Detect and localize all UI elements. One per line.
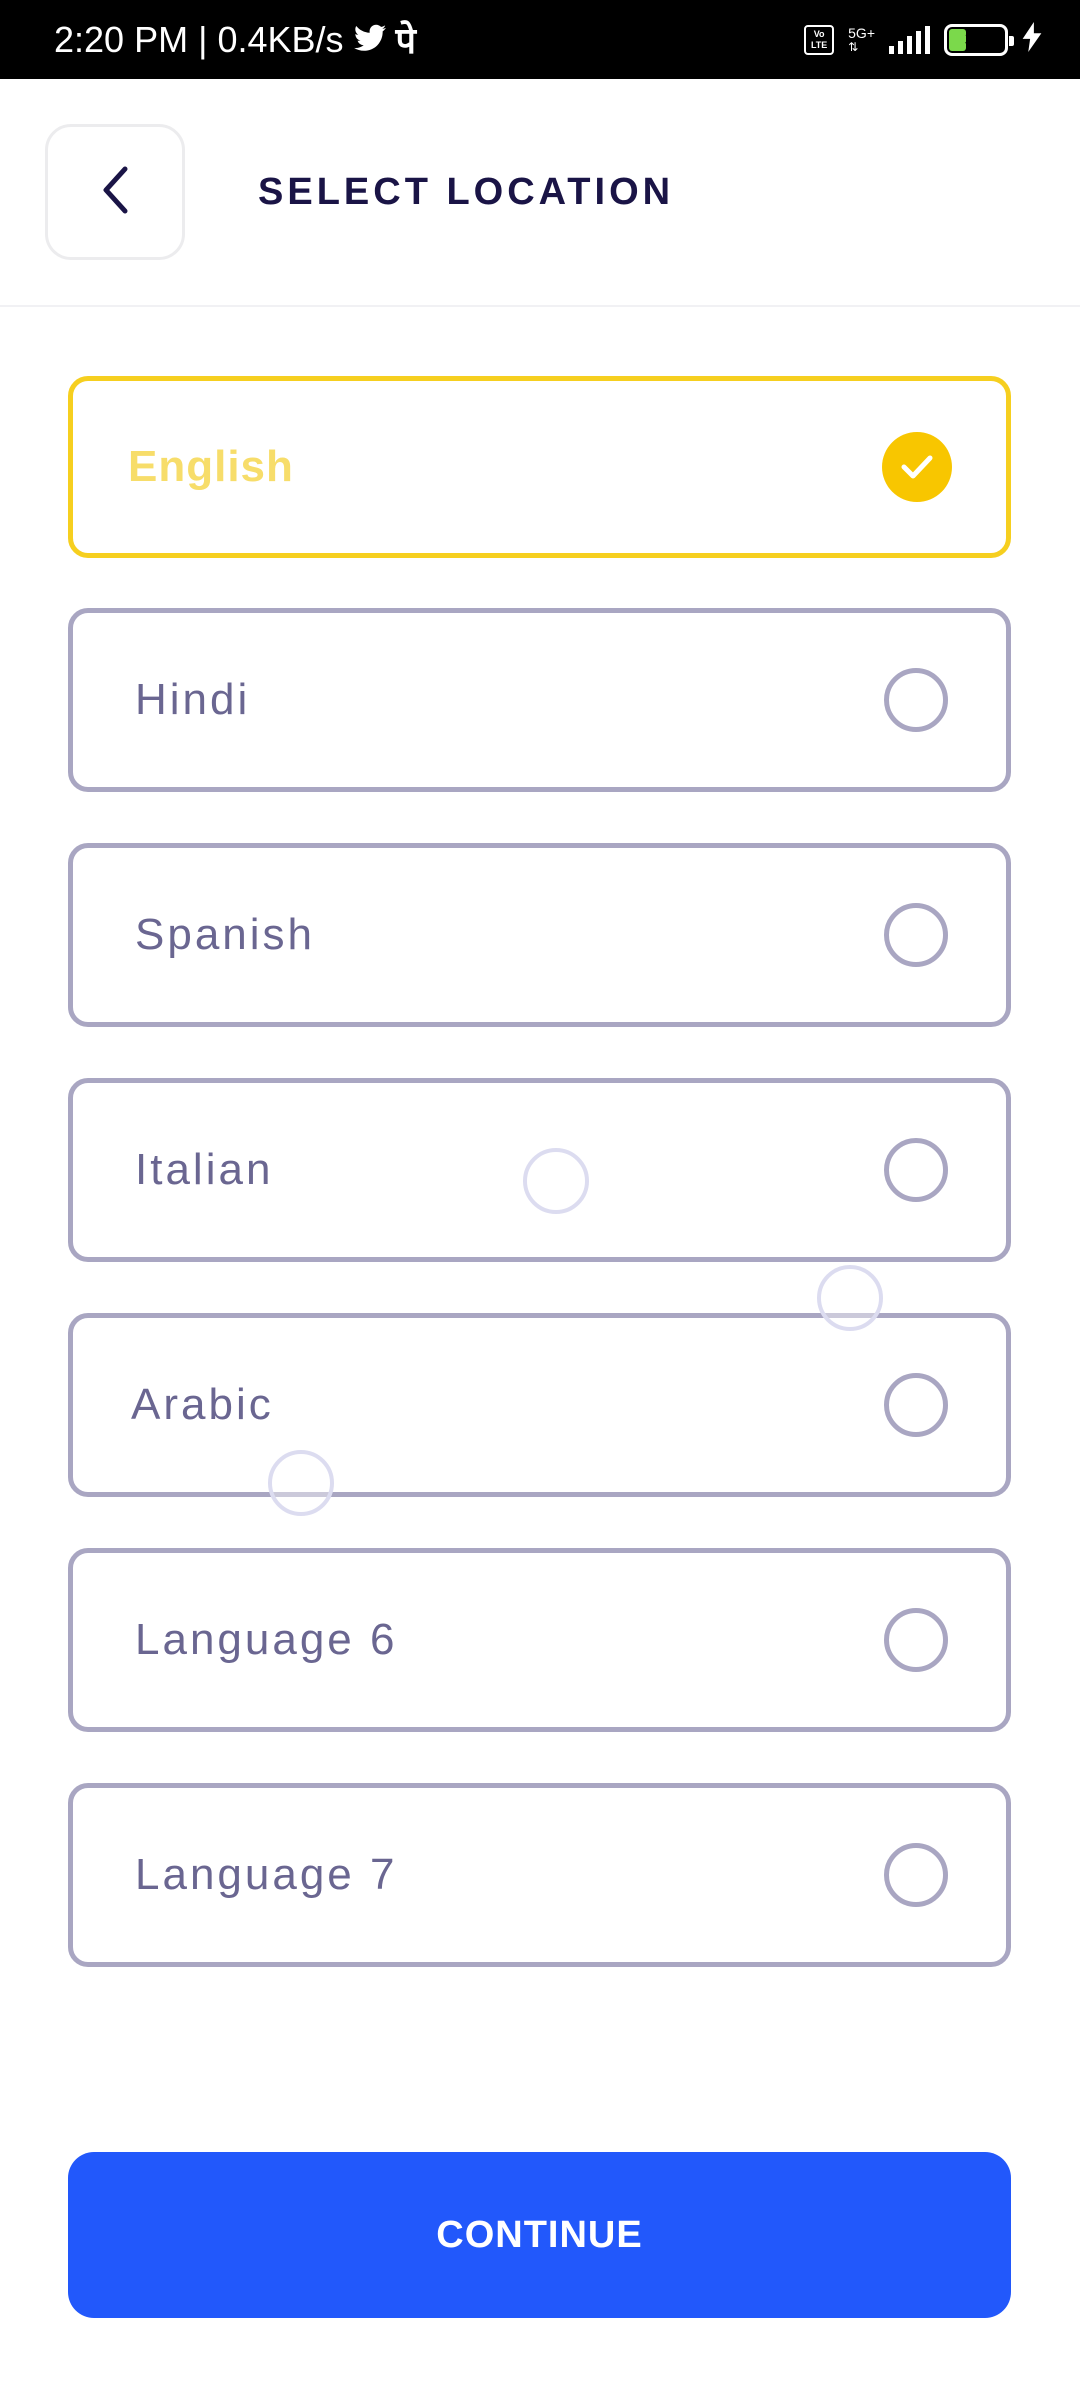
touch-indicator	[817, 1265, 883, 1331]
option-label: Language 6	[135, 1615, 398, 1664]
option-label: English	[128, 442, 294, 491]
twitter-icon	[353, 19, 386, 61]
option-label: Italian	[135, 1145, 274, 1194]
option-language-7[interactable]: Language 7	[68, 1783, 1011, 1967]
volte-line2: LTE	[810, 39, 828, 50]
option-label: Arabic	[131, 1380, 274, 1429]
radio-unselected-icon[interactable]	[884, 903, 948, 967]
option-label: Spanish	[135, 910, 316, 959]
page-title: SELECT LOCATION	[258, 171, 675, 213]
option-hindi[interactable]: Hindi	[68, 608, 1011, 792]
signal-icon	[889, 25, 930, 54]
status-right: Vo LTE 5G+ ⇅ 31	[804, 22, 1042, 57]
battery-level: 31	[964, 28, 988, 51]
status-left: 2:20 PM | 0.4KB/s पे	[54, 15, 416, 64]
radio-unselected-icon[interactable]	[884, 668, 948, 732]
volte-icon: Vo LTE	[804, 24, 835, 55]
status-extra-glyph: पे	[395, 20, 416, 61]
option-language-6[interactable]: Language 6	[68, 1548, 1011, 1732]
option-arabic[interactable]: Arabic	[68, 1313, 1011, 1497]
status-time: 2:20 PM	[54, 18, 189, 60]
status-bar: 2:20 PM | 0.4KB/s पे Vo LTE 5G+ ⇅ 31	[0, 0, 1080, 79]
option-label: Language 7	[135, 1850, 398, 1899]
charging-icon	[1022, 22, 1042, 57]
touch-indicator	[268, 1450, 334, 1516]
option-spanish[interactable]: Spanish	[68, 843, 1011, 1027]
radio-unselected-icon[interactable]	[884, 1843, 948, 1907]
status-speed: 0.4KB/s	[217, 18, 344, 60]
continue-button[interactable]: CONTINUE	[68, 2152, 1011, 2318]
option-label: Hindi	[135, 675, 251, 724]
radio-unselected-icon[interactable]	[884, 1138, 948, 1202]
chevron-left-icon	[100, 165, 130, 220]
status-separator: |	[198, 18, 208, 60]
network-type: 5G+ ⇅	[848, 26, 875, 54]
volte-line1: Vo	[813, 28, 825, 39]
option-english[interactable]: English	[68, 376, 1011, 558]
battery-icon: 31	[944, 23, 1014, 56]
header: SELECT LOCATION	[0, 79, 1080, 307]
network-label: 5G+	[848, 24, 875, 41]
check-icon	[882, 432, 952, 502]
data-arrows-icon: ⇅	[848, 39, 859, 54]
radio-unselected-icon[interactable]	[884, 1608, 948, 1672]
touch-indicator	[523, 1148, 589, 1214]
back-button[interactable]	[45, 124, 185, 260]
radio-unselected-icon[interactable]	[884, 1373, 948, 1437]
